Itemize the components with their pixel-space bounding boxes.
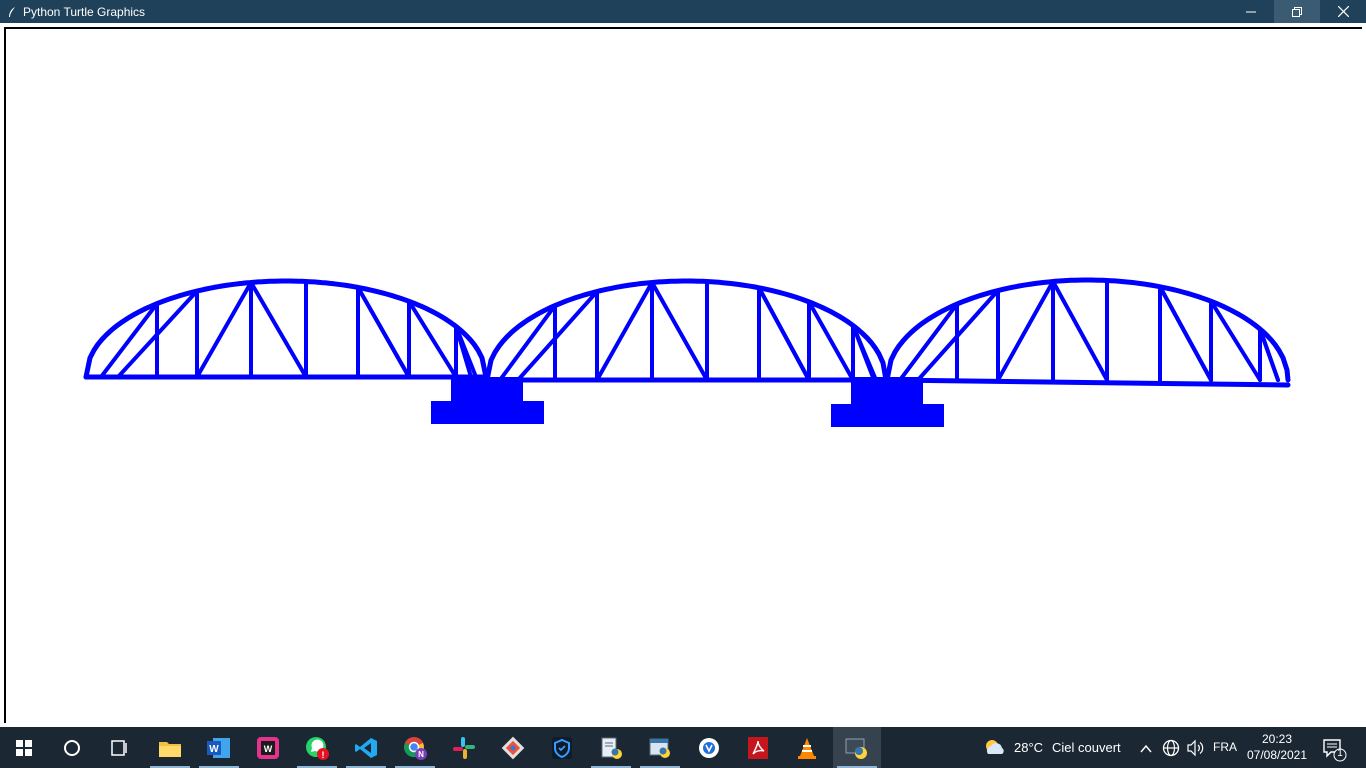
taskbar-acrobat[interactable] <box>734 727 782 768</box>
windows-logo-icon <box>16 739 32 756</box>
whatsapp-icon: ! <box>306 736 329 760</box>
truss-diagonal <box>595 280 654 382</box>
taskbar-whatsapp[interactable]: ! <box>293 727 341 768</box>
bridge-pier-base-2 <box>831 404 944 427</box>
taskbar-clock[interactable]: 20:23 07/08/2021 <box>1244 731 1310 763</box>
search-circle-icon <box>64 739 80 756</box>
taskbar-python-turtle[interactable] <box>833 727 881 768</box>
minimize-icon <box>1246 11 1256 12</box>
restore-icon <box>1292 6 1302 17</box>
taskbar-notepad[interactable] <box>587 727 635 768</box>
minimize-button[interactable] <box>1228 0 1274 23</box>
truss-diagonal <box>195 280 253 379</box>
taskbar-slack[interactable] <box>440 727 488 768</box>
taskbar-chrome[interactable]: N <box>391 727 439 768</box>
bridge-drawing <box>83 277 1291 427</box>
search-button[interactable] <box>48 727 96 768</box>
volume-speaker-icon[interactable] <box>1186 739 1204 762</box>
svg-text:N: N <box>418 750 424 759</box>
task-view-icon <box>111 739 127 756</box>
vlc-cone-icon <box>798 737 816 759</box>
taskbar-signal[interactable] <box>685 727 733 768</box>
truss-diagonal <box>650 280 709 382</box>
taskbar-file-explorer[interactable] <box>146 727 194 768</box>
truss-diagonal <box>1051 279 1109 382</box>
bridge-pier-base-1 <box>431 401 544 424</box>
bridge-deck-3 <box>884 377 1291 388</box>
start-button[interactable] <box>0 727 48 768</box>
taskbar-vlc[interactable] <box>783 727 831 768</box>
turtle-canvas[interactable] <box>4 27 1362 723</box>
svg-text:!: ! <box>322 750 325 760</box>
taskbar-webstorm[interactable]: W <box>244 727 292 768</box>
python-file-icon <box>649 738 670 758</box>
webstorm-icon: W <box>257 736 279 759</box>
folder-icon <box>159 741 181 757</box>
chrome-icon: N <box>404 736 427 760</box>
weather-description[interactable]: Ciel couvert <box>1052 740 1121 755</box>
app-circle-icon <box>699 737 719 758</box>
python-icon <box>845 738 867 759</box>
notepad-icon <box>601 737 622 759</box>
svg-text:W: W <box>209 744 219 755</box>
input-language[interactable]: FRA <box>1213 740 1237 754</box>
taskbar-vscode[interactable] <box>342 727 390 768</box>
svg-text:W: W <box>264 744 273 754</box>
window-title-bar[interactable]: Python Turtle Graphics <box>0 0 1366 23</box>
chevron-up-icon[interactable] <box>1140 741 1152 759</box>
globe-network-icon[interactable] <box>1162 739 1180 762</box>
feather-icon <box>5 5 19 19</box>
bridge-pier-2 <box>851 377 923 405</box>
notification-count-badge: 1 <box>1337 748 1343 759</box>
close-icon <box>1337 6 1349 17</box>
truss-diagonal <box>249 280 308 379</box>
clock-date: 07/08/2021 <box>1246 748 1308 762</box>
window-title: Python Turtle Graphics <box>23 4 146 19</box>
weather-cloud-icon[interactable] <box>982 738 1006 761</box>
close-button[interactable] <box>1320 0 1366 23</box>
taskbar-word[interactable]: W <box>195 727 243 768</box>
truss-diagonal <box>996 279 1055 382</box>
taskbar-security[interactable] <box>538 727 586 768</box>
vscode-icon <box>355 737 377 758</box>
slack-icon <box>453 736 475 759</box>
taskbar: W W ! N 28°C Ciel couvert FRA 20:23 07/0… <box>0 727 1366 768</box>
word-icon: W <box>207 737 230 758</box>
shield-icon <box>552 736 572 759</box>
turtle-window <box>0 23 1366 727</box>
bridge-pier-1 <box>451 377 523 403</box>
taskbar-python-idle[interactable] <box>636 727 684 768</box>
taskbar-git[interactable] <box>489 727 537 768</box>
pdf-icon <box>748 736 768 759</box>
git-icon <box>501 736 525 759</box>
task-view-button[interactable] <box>96 727 144 768</box>
clock-time: 20:23 <box>1261 732 1293 746</box>
restore-button[interactable] <box>1274 0 1320 23</box>
weather-temperature[interactable]: 28°C <box>1014 740 1043 755</box>
